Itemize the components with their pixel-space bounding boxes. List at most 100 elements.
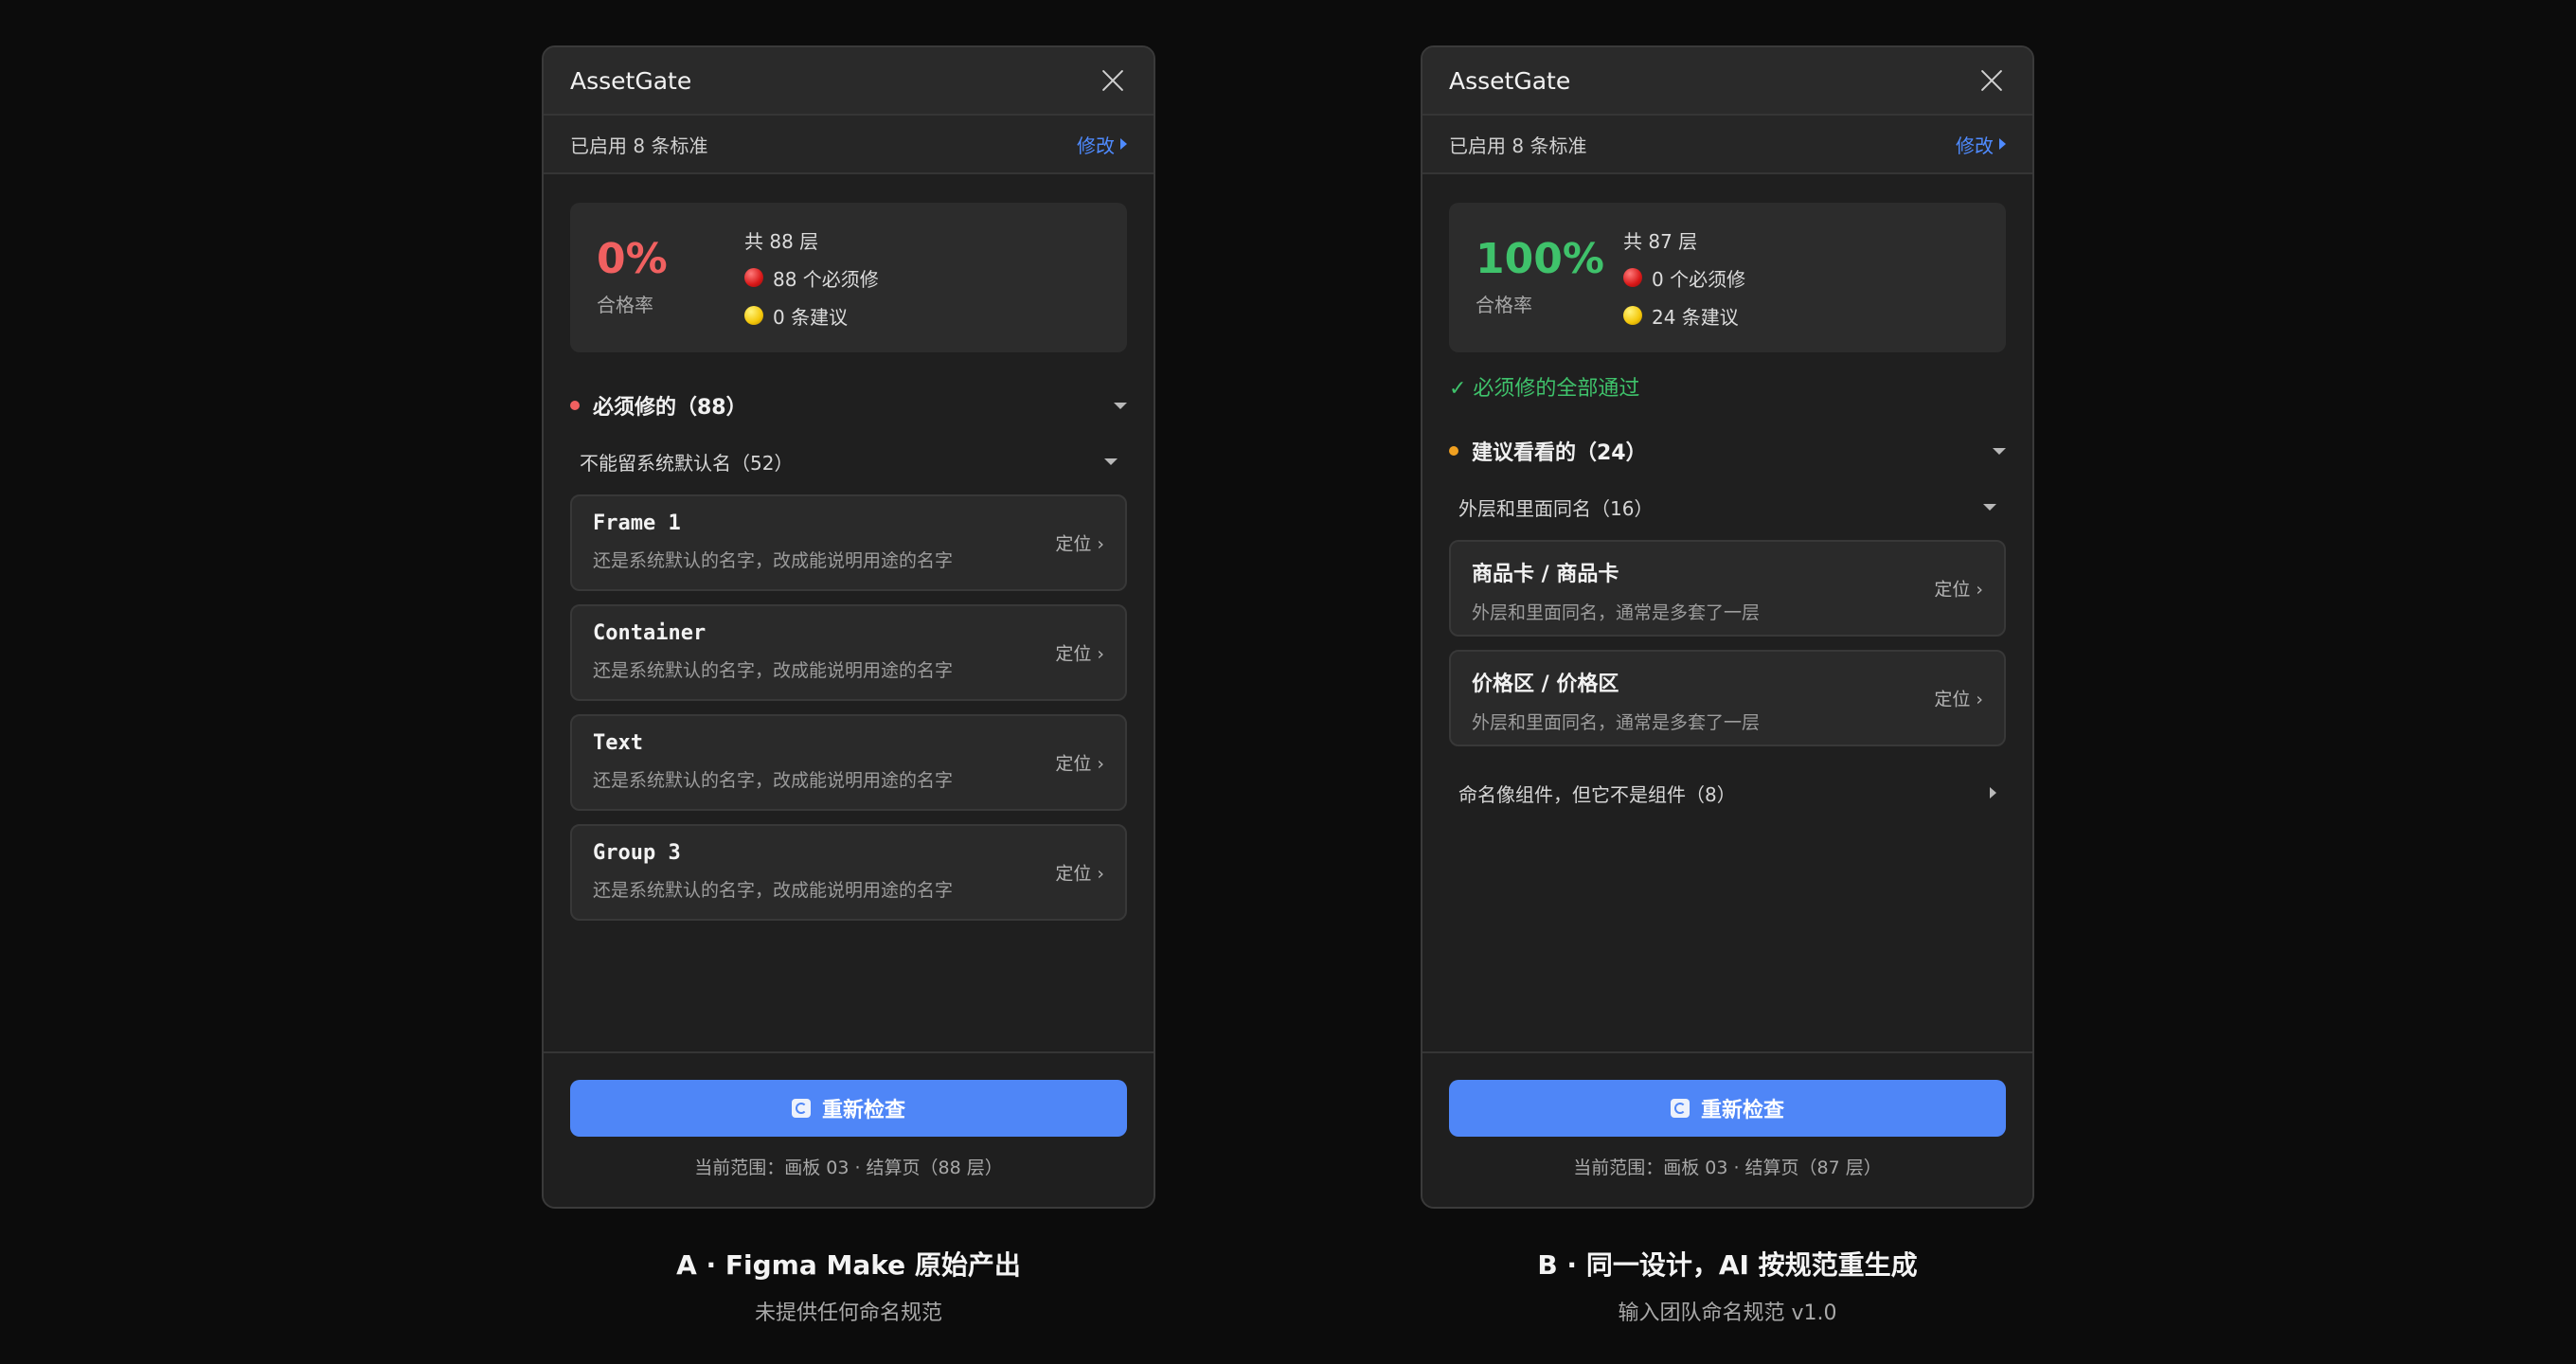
issue-card[interactable]: Text 还是系统默认的名字，改成能说明用途的名字 定位 › [570, 714, 1127, 811]
must-fix-text: 0 个必须修 [1652, 267, 1746, 291]
pass-rate-value: 100% [1476, 234, 1604, 283]
comparison-column-a: AssetGate 已启用 8 条标准 修改 0% 合格率 共 88 层 88 … [542, 45, 1155, 1326]
caption-b: B · 同一设计，AI 按规范重生成 输入团队命名规范 v1.0 [1421, 1245, 2034, 1326]
red-circle-icon [744, 268, 763, 287]
issue-description: 还是系统默认的名字，改成能说明用途的名字 [593, 660, 954, 681]
issue-description: 外层和里面同名，通常是多套了一层 [1472, 602, 1761, 623]
issue-card[interactable]: 商品卡 / 商品卡 外层和里面同名，通常是多套了一层 定位 › [1449, 540, 2006, 637]
total-layers: 共 87 层 [1623, 226, 1745, 254]
refresh-icon [1670, 1099, 1690, 1118]
scope-text: 当前范围：画板 03 · 结算页（88 层） [694, 1158, 1003, 1178]
recheck-label: 重新检查 [821, 1099, 905, 1122]
pass-rate: 0% 合格率 [597, 234, 744, 317]
issue-card[interactable]: 价格区 / 价格区 外层和里面同名，通常是多套了一层 定位 › [1449, 650, 2006, 746]
suggestion-text: 24 条建议 [1652, 305, 1739, 329]
total-layers-text: 共 88 层 [744, 229, 819, 253]
layer-name: Frame 1 [593, 512, 681, 535]
panel-title: AssetGate [1449, 66, 1571, 95]
chevron-down-icon [1114, 402, 1127, 409]
chevron-right-icon [1120, 138, 1127, 150]
suggestion-text: 0 条建议 [773, 305, 849, 329]
recheck-label: 重新检查 [1700, 1099, 1784, 1122]
panel-header: AssetGate [544, 47, 1154, 116]
panel-title: AssetGate [570, 66, 692, 95]
suggestion-count: 24 条建议 [1623, 302, 1745, 330]
yellow-circle-icon [744, 306, 763, 325]
group-title: 命名像组件，但它不是组件（8） [1458, 782, 1736, 806]
locate-button[interactable]: 定位 › [1055, 640, 1104, 666]
locate-button[interactable]: 定位 › [1055, 750, 1104, 776]
must-fix-text: 88 个必须修 [773, 267, 879, 291]
yellow-circle-icon [1623, 306, 1642, 325]
recheck-button[interactable]: 重新检查 [1449, 1080, 2006, 1137]
panel-body: 100% 合格率 共 87 层 0 个必须修 24 条建议 ✓ 必须修的全部通过… [1422, 174, 2032, 807]
issue-counts: 共 88 层 88 个必须修 0 条建议 [744, 226, 879, 330]
edit-label: 修改 [1956, 134, 1994, 157]
chevron-down-icon [1983, 503, 1996, 511]
group-default-names[interactable]: 不能留系统默认名（52） [570, 447, 1127, 476]
total-layers: 共 88 层 [744, 226, 879, 254]
issue-description: 还是系统默认的名字，改成能说明用途的名字 [593, 880, 954, 901]
issue-list: Frame 1 还是系统默认的名字，改成能说明用途的名字 定位 › Contai… [570, 494, 1127, 921]
caption-title: A · Figma Make 原始产出 [676, 1249, 1021, 1281]
panel-footer: 重新检查 当前范围：画板 03 · 结算页（87 层） [1422, 1051, 2032, 1207]
plugin-panel-a: AssetGate 已启用 8 条标准 修改 0% 合格率 共 88 层 88 … [542, 45, 1155, 1209]
close-icon[interactable] [1977, 66, 2006, 95]
must-fix-count: 88 个必须修 [744, 264, 879, 292]
panel-header: AssetGate [1422, 47, 2032, 116]
plugin-panel-b: AssetGate 已启用 8 条标准 修改 100% 合格率 共 87 层 0… [1421, 45, 2034, 1209]
status-dot-icon [1449, 446, 1458, 456]
caption-title: B · 同一设计，AI 按规范重生成 [1537, 1249, 1918, 1281]
edit-label: 修改 [1077, 134, 1115, 157]
section-must-fix[interactable]: 必须修的（88） [570, 390, 1127, 421]
section-suggestions[interactable]: 建议看看的（24） [1449, 436, 2006, 466]
pass-rate: 100% 合格率 [1476, 234, 1623, 317]
must-fix-count: 0 个必须修 [1623, 264, 1745, 292]
chevron-right-icon [1990, 787, 1996, 799]
issue-card[interactable]: Group 3 还是系统默认的名字，改成能说明用途的名字 定位 › [570, 824, 1127, 921]
recheck-button[interactable]: 重新检查 [570, 1080, 1127, 1137]
caption-a: A · Figma Make 原始产出 未提供任何命名规范 [542, 1245, 1155, 1326]
chevron-down-icon [1104, 458, 1118, 465]
group-component-like[interactable]: 命名像组件，但它不是组件（8） [1449, 779, 2006, 807]
issue-counts: 共 87 层 0 个必须修 24 条建议 [1623, 226, 1745, 330]
stats-card: 0% 合格率 共 88 层 88 个必须修 0 条建议 [570, 203, 1127, 352]
issue-card[interactable]: Container 还是系统默认的名字，改成能说明用途的名字 定位 › [570, 604, 1127, 701]
layer-name: Group 3 [593, 841, 681, 865]
standards-bar: 已启用 8 条标准 修改 [544, 116, 1154, 174]
locate-button[interactable]: 定位 › [1934, 576, 1983, 601]
chevron-right-icon [1999, 138, 2006, 150]
standards-text: 已启用 8 条标准 [1449, 134, 1587, 157]
pass-rate-label: 合格率 [597, 293, 653, 316]
section-title: 必须修的（88） [593, 396, 747, 420]
scope-text: 当前范围：画板 03 · 结算页（87 层） [1573, 1158, 1882, 1178]
standards-bar: 已启用 8 条标准 修改 [1422, 116, 2032, 174]
panel-footer: 重新检查 当前范围：画板 03 · 结算页（88 层） [544, 1051, 1154, 1207]
chevron-down-icon [1993, 447, 2006, 455]
panel-body: 0% 合格率 共 88 层 88 个必须修 0 条建议 必须修的（88） 不能留… [544, 174, 1154, 921]
group-title: 不能留系统默认名（52） [580, 451, 794, 475]
layer-name: 价格区 / 价格区 [1472, 673, 1619, 696]
issue-list: 商品卡 / 商品卡 外层和里面同名，通常是多套了一层 定位 › 价格区 / 价格… [1449, 540, 2006, 746]
comparison-column-b: AssetGate 已启用 8 条标准 修改 100% 合格率 共 87 层 0… [1421, 45, 2034, 1326]
locate-button[interactable]: 定位 › [1934, 686, 1983, 711]
section-title: 建议看看的（24） [1472, 441, 1647, 465]
layer-name: Container [593, 621, 707, 645]
group-title: 外层和里面同名（16） [1458, 496, 1654, 520]
issue-description: 外层和里面同名，通常是多套了一层 [1472, 712, 1761, 733]
pass-rate-value: 0% [597, 234, 668, 283]
group-same-name[interactable]: 外层和里面同名（16） [1449, 493, 2006, 521]
pass-rate-label: 合格率 [1476, 293, 1532, 316]
stats-card: 100% 合格率 共 87 层 0 个必须修 24 条建议 [1449, 203, 2006, 352]
layer-name: Text [593, 731, 643, 755]
red-circle-icon [1623, 268, 1642, 287]
issue-card[interactable]: Frame 1 还是系统默认的名字，改成能说明用途的名字 定位 › [570, 494, 1127, 591]
close-icon[interactable] [1099, 66, 1127, 95]
edit-standards-link[interactable]: 修改 [1956, 131, 2006, 158]
issue-description: 还是系统默认的名字，改成能说明用途的名字 [593, 770, 954, 791]
locate-button[interactable]: 定位 › [1055, 530, 1104, 556]
edit-standards-link[interactable]: 修改 [1077, 131, 1127, 158]
all-passed-note: ✓ 必须修的全部通过 [1449, 377, 1640, 401]
caption-subtitle: 未提供任何命名规范 [754, 1301, 942, 1325]
locate-button[interactable]: 定位 › [1055, 860, 1104, 886]
